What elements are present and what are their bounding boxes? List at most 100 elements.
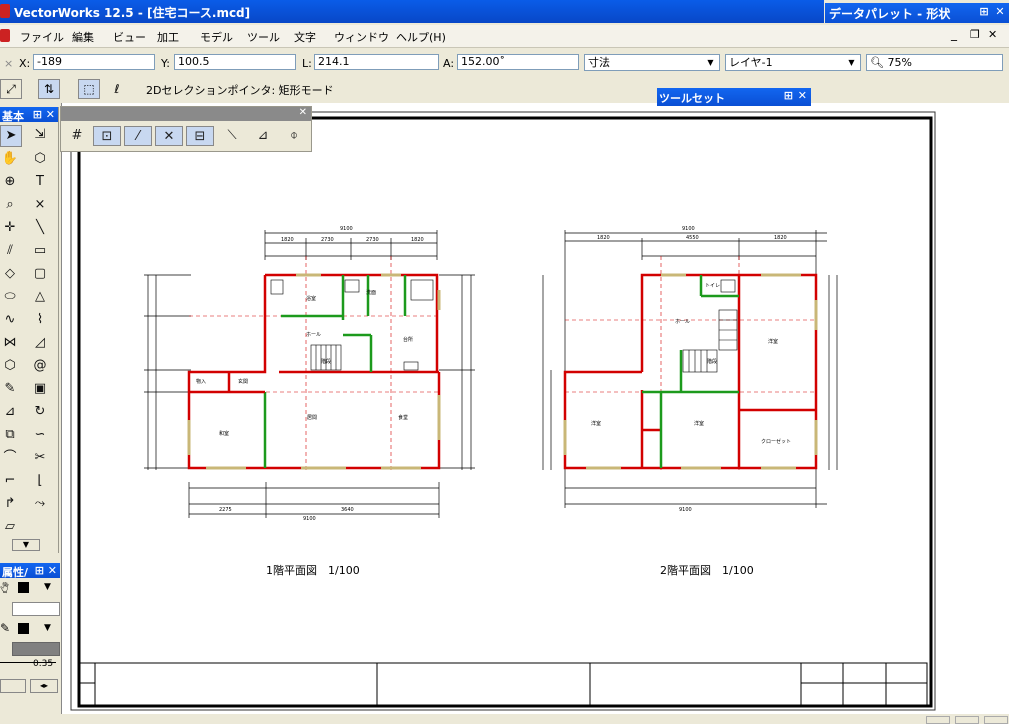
callout-tool-icon[interactable]: ⌕	[0, 195, 20, 215]
freehand-tool-icon[interactable]: ⌇	[30, 310, 50, 330]
fill-dropdown-arrow[interactable]: ▼	[44, 582, 51, 592]
polyline-tool-icon[interactable]: ◿	[30, 333, 50, 353]
close-icon[interactable]: ✕	[993, 4, 1007, 19]
mode-transform-button[interactable]: ⇅	[38, 79, 60, 99]
menu-text[interactable]: 文字	[294, 29, 316, 45]
close-icon[interactable]: ✕	[48, 564, 57, 577]
pin-icon[interactable]: ⊞	[33, 108, 42, 121]
text-tool-icon[interactable]: T	[30, 172, 50, 192]
snap-edge-button[interactable]: ⊿	[249, 126, 277, 146]
pan-tool-icon[interactable]: ✋	[0, 149, 20, 169]
drawing-canvas[interactable]: 浴室 洗面 ホール 台所 居間 食堂 和室 物入 玄関 階段 9100 9100…	[61, 103, 1009, 714]
split-tool-icon[interactable]: ⤳	[30, 494, 50, 514]
oval-tool-icon[interactable]: ⬭	[0, 287, 20, 307]
layer-dropdown[interactable]: レイヤ-1 ▼	[725, 54, 861, 71]
arc-tool-icon[interactable]: ∿	[0, 310, 20, 330]
a-field[interactable]: 152.00˚	[457, 54, 579, 70]
pen-pattern-preview[interactable]	[12, 642, 60, 656]
regular-polygon-tool-icon[interactable]: ⬡	[0, 356, 20, 376]
close-icon[interactable]: ✕	[46, 108, 55, 121]
pin-icon[interactable]: ⊞	[35, 564, 44, 577]
palette-expand-button[interactable]: ▼	[12, 539, 40, 551]
basic-palette-titlebar[interactable]: 基本 ⊞ ✕	[0, 107, 58, 123]
spiral-tool-icon[interactable]: @	[30, 356, 50, 376]
zoom-field[interactable]: 🔍︎ 75%	[866, 54, 1003, 71]
flyover-tool-icon[interactable]: ⬡	[30, 149, 50, 169]
mode-resize-button[interactable]: ⤢	[0, 79, 22, 99]
document-icon[interactable]	[0, 29, 10, 42]
attributes-palette-titlebar[interactable]: 属性/ ⊞ ✕	[0, 563, 60, 579]
eraser-tool-icon[interactable]: ▱	[0, 517, 20, 537]
snap-surface-button[interactable]: ⌽	[280, 126, 308, 146]
snap-distance-button[interactable]: ⊟	[186, 126, 214, 146]
rotated-rectangle-tool-icon[interactable]: ◇	[0, 264, 20, 284]
close-icon[interactable]: ✕	[798, 89, 807, 102]
fill-icon: 🖐︎	[0, 581, 9, 595]
mirror-tool-icon[interactable]: ↻	[30, 402, 50, 422]
line-weight-value[interactable]: 0.35	[33, 659, 53, 669]
menu-modify[interactable]: 加工	[157, 29, 179, 45]
menu-model[interactable]: モデル	[200, 29, 233, 45]
lasso-mode-button[interactable]: ℓ	[106, 79, 128, 99]
fill-pattern-preview[interactable]	[12, 602, 60, 616]
close-icon[interactable]: ✕	[299, 107, 307, 118]
double-line-tool-icon[interactable]: ⫽	[0, 241, 20, 261]
reshape-curve-tool-icon[interactable]: ∽	[30, 425, 50, 445]
line-style-button[interactable]	[0, 679, 26, 693]
triangle-tool-icon[interactable]: △	[30, 287, 50, 307]
connect-tool-icon[interactable]: ↱	[0, 494, 20, 514]
room-label: 階段	[707, 358, 717, 365]
menu-tool[interactable]: ツール	[247, 29, 280, 45]
menu-edit[interactable]: 編集	[72, 29, 94, 45]
l-field[interactable]: 214.1	[314, 54, 439, 70]
drawing-svg[interactable]: 浴室 洗面 ホール 台所 居間 食堂 和室 物入 玄関 階段 9100 9100…	[62, 103, 1009, 714]
menu-view[interactable]: ビュー	[113, 29, 146, 45]
menu-file[interactable]: ファイル	[20, 29, 64, 45]
pen-color-swatch[interactable]	[18, 623, 29, 634]
pin-icon[interactable]: ⊞	[784, 89, 793, 102]
snap-intersection-button[interactable]: ✕	[155, 126, 183, 146]
data-palette-titlebar[interactable]: データパレット - 形状 ⊞ ✕	[825, 3, 1009, 23]
fill-color-swatch[interactable]	[18, 582, 29, 593]
close-icon[interactable]: ✕	[988, 28, 997, 41]
zoom-tool-icon[interactable]: ⊕	[0, 172, 20, 192]
restore-icon[interactable]: ❐	[970, 28, 980, 41]
line-tool-icon[interactable]: ╲	[30, 218, 50, 238]
measure-tool-icon[interactable]: ⊿	[0, 402, 20, 422]
offset-tool-icon[interactable]: ⌒	[0, 448, 20, 468]
snap-tangent-button[interactable]: ⟍	[218, 126, 246, 146]
locus-tool-icon[interactable]: ×	[30, 195, 50, 215]
selection-tool-icon[interactable]: ➤	[0, 125, 22, 147]
eyedropper-tool-icon[interactable]: ✎	[0, 379, 20, 399]
rounded-rectangle-tool-icon[interactable]: ▢	[30, 264, 50, 284]
room-label: 玄関	[238, 378, 248, 385]
snap-angle-button[interactable]: ⁄	[124, 126, 152, 146]
2d-locus-tool-icon[interactable]: ✛	[0, 218, 20, 238]
toolset-title: ツールセット	[659, 92, 725, 105]
pen-dropdown-arrow[interactable]: ▼	[44, 623, 51, 633]
x-field[interactable]: -189	[33, 54, 155, 70]
layer-value: レイヤ-1	[729, 56, 773, 69]
symbol-tool-icon[interactable]: ▣	[30, 379, 50, 399]
rectangle-tool-icon[interactable]: ▭	[30, 241, 50, 261]
class-dropdown[interactable]: 寸法 ▼	[584, 54, 720, 71]
clip-tool-icon[interactable]: ⧉	[0, 425, 20, 445]
snap-palette-titlebar[interactable]: ✕	[61, 107, 311, 121]
menu-window[interactable]: ウィンドウ	[334, 29, 389, 45]
toolset-palette-titlebar[interactable]: ツールセット ⊞ ✕	[657, 88, 811, 106]
snap-object-button[interactable]: ⊡	[93, 126, 121, 146]
polygon-tool-icon[interactable]: ⋈	[0, 333, 20, 353]
y-field[interactable]: 100.5	[174, 54, 296, 70]
menu-help[interactable]: ヘルプ(H)	[396, 29, 446, 45]
trim-tool-icon[interactable]: ✂	[30, 448, 50, 468]
pin-icon[interactable]: ⊞	[977, 4, 991, 19]
arrow-style-button[interactable]: ◂▸	[30, 679, 58, 693]
snap-grid-button[interactable]: #	[63, 126, 91, 146]
fillet-tool-icon[interactable]: ⌐	[0, 471, 20, 491]
chamfer-tool-icon[interactable]: ⌊	[30, 471, 50, 491]
minimize-icon[interactable]: _	[951, 27, 957, 41]
floor2-caption: 2階平面図 1/100	[660, 563, 754, 577]
room-label: ホール	[675, 319, 690, 325]
rectangle-mode-button[interactable]: ⬚	[78, 79, 100, 99]
reshape-tool-icon[interactable]: ⇲	[30, 125, 50, 145]
